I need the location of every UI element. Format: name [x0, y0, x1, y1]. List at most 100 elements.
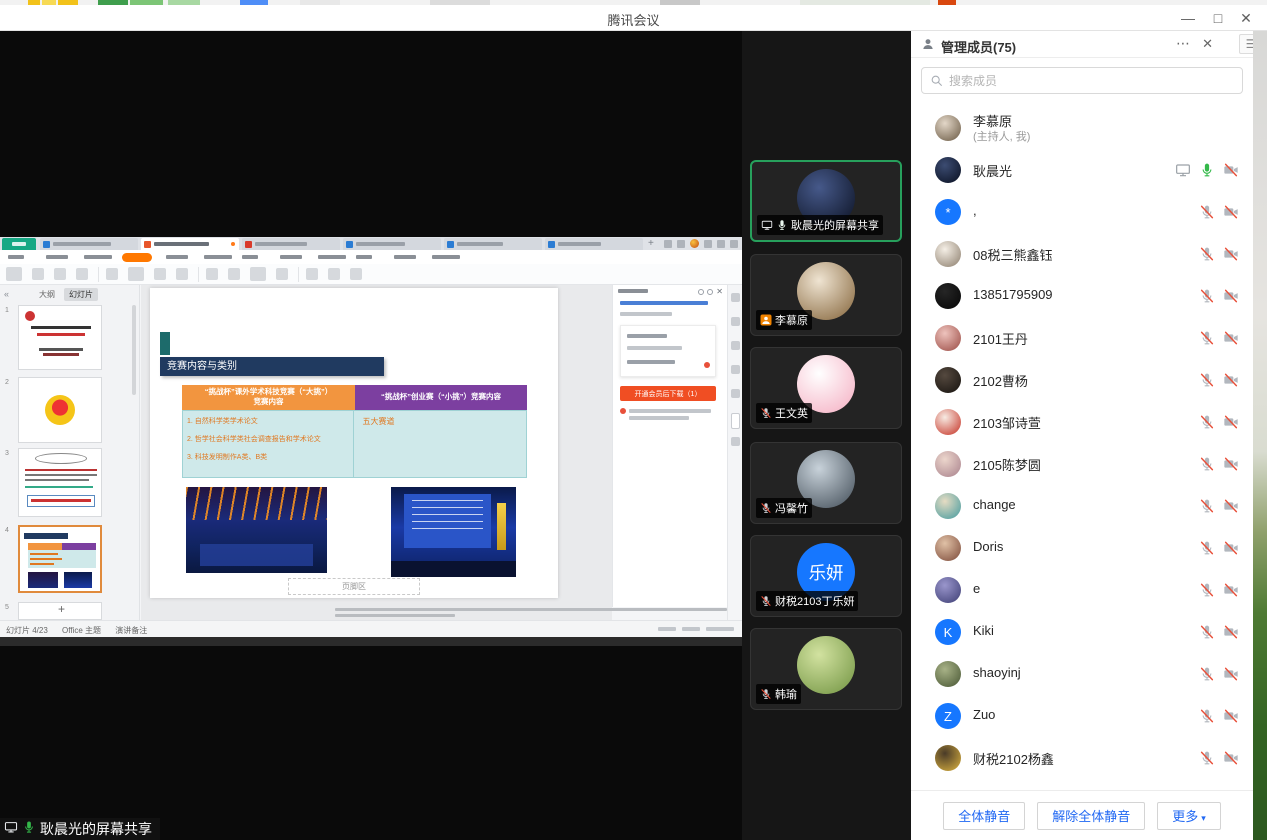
wps-toolbar-icon[interactable] — [6, 267, 22, 281]
more-button[interactable]: 更多▾ — [1157, 802, 1221, 830]
member-row[interactable]: change — [911, 485, 1253, 527]
video-tile[interactable]: 冯馨竹 — [750, 442, 902, 524]
member-row[interactable]: 13851795909 — [911, 275, 1253, 317]
wps-document-tab[interactable] — [444, 238, 542, 250]
zoom-controls[interactable] — [658, 627, 734, 631]
wps-ribbon-tab[interactable] — [432, 255, 460, 259]
wps-document-tab[interactable] — [141, 238, 239, 250]
wps-toolbar-icon[interactable] — [32, 268, 44, 280]
panel-close-icon[interactable]: ✕ — [1202, 36, 1213, 52]
wps-toolbar-icon[interactable] — [76, 268, 88, 280]
member-row[interactable]: shaoyinj — [911, 653, 1253, 695]
member-status-icons[interactable] — [1199, 288, 1239, 304]
member-row[interactable]: 耿晨光 — [911, 149, 1253, 191]
video-tile[interactable]: 耿晨光的屏幕共享 — [750, 160, 902, 242]
member-status-icons[interactable] — [1199, 372, 1239, 388]
wps-ribbon-tab[interactable] — [280, 255, 302, 259]
maximize-icon[interactable]: □ — [1203, 7, 1233, 29]
wps-ribbon-tab[interactable] — [8, 255, 24, 259]
wps-toolbar-icon[interactable] — [128, 267, 144, 281]
member-status-icons[interactable] — [1199, 204, 1239, 220]
member-row[interactable]: 08税三熊鑫钰 — [911, 233, 1253, 275]
wps-pane-strip-icon[interactable] — [731, 389, 740, 398]
wps-pane-strip-icon[interactable] — [731, 437, 740, 446]
wps-pane-strip-icon[interactable] — [731, 293, 740, 302]
wps-ribbon-tab[interactable] — [166, 255, 188, 259]
video-tile[interactable]: 王文英 — [750, 347, 902, 429]
collapse-panel-icon[interactable]: « — [4, 289, 9, 299]
search-input[interactable] — [949, 74, 1234, 88]
pane-font-card[interactable] — [620, 325, 716, 377]
video-tile[interactable]: 李慕原 — [750, 254, 902, 336]
mute-all-button[interactable]: 全体静音 — [943, 802, 1025, 830]
wps-ribbon-tab[interactable] — [394, 255, 416, 259]
speaker-notes-label[interactable]: 演讲备注 — [115, 626, 147, 635]
member-row[interactable]: e — [911, 569, 1253, 611]
wps-ribbon-tab[interactable] — [356, 255, 372, 259]
member-status-icons[interactable] — [1199, 624, 1239, 640]
wps-home-tab[interactable] — [2, 238, 36, 250]
member-status-icons[interactable] — [1199, 666, 1239, 682]
pane-download-button[interactable]: 开通会员后下载（1） — [620, 386, 716, 401]
pane-controls[interactable]: ✕ — [698, 288, 723, 296]
minimize-icon[interactable]: — — [1173, 7, 1203, 29]
add-slide-icon[interactable]: + — [58, 602, 65, 616]
wps-toolbar-icon[interactable] — [350, 268, 362, 280]
wps-ribbon-active-tab[interactable] — [122, 253, 152, 262]
wps-pane-strip-icon[interactable] — [731, 317, 740, 326]
member-status-icons[interactable] — [1199, 498, 1239, 514]
member-row[interactable]: 李慕原(主持人, 我) — [911, 107, 1253, 149]
member-row[interactable]: 2102曹杨 — [911, 359, 1253, 401]
slide-thumbnail[interactable] — [18, 448, 102, 517]
slide-thumbnail[interactable] — [18, 305, 102, 370]
member-row[interactable]: 财税2102杨鑫 — [911, 737, 1253, 779]
slide-thumbnail[interactable] — [18, 525, 102, 593]
member-status-icons[interactable] — [1199, 708, 1239, 724]
unmute-all-button[interactable]: 解除全体静音 — [1037, 802, 1145, 830]
wps-document-tab[interactable] — [545, 238, 643, 250]
slide-thumbnail[interactable] — [18, 377, 102, 443]
pane-link-placeholder[interactable] — [620, 301, 708, 305]
member-row[interactable]: 2103邹诗萱 — [911, 401, 1253, 443]
wps-ribbon-tab[interactable] — [46, 255, 68, 259]
wps-pane-strip-icon[interactable] — [731, 341, 740, 350]
wps-toolbar-icon[interactable] — [176, 268, 188, 280]
wps-toolbar-icon[interactable] — [106, 268, 118, 280]
slide-panel-scrollbar[interactable] — [132, 305, 136, 395]
wps-account-avatar[interactable] — [690, 239, 699, 248]
wps-document-tab[interactable] — [242, 238, 340, 250]
member-status-icons[interactable] — [1175, 162, 1239, 178]
wps-toolbar-icon[interactable] — [228, 268, 240, 280]
member-row[interactable]: KKiki — [911, 611, 1253, 653]
member-row[interactable]: Doris — [911, 527, 1253, 569]
wps-pane-strip-icon[interactable] — [731, 413, 740, 429]
wps-toolbar-icon[interactable] — [276, 268, 288, 280]
wps-ribbon-tab[interactable] — [204, 255, 232, 259]
new-tab-icon[interactable]: + — [648, 237, 654, 250]
wps-toolbar-icon[interactable] — [328, 268, 340, 280]
video-tile[interactable]: 韩瑜 — [750, 628, 902, 710]
close-icon[interactable]: ✕ — [1231, 7, 1261, 29]
member-row[interactable]: ZZuo — [911, 695, 1253, 737]
member-row[interactable]: 2105陈梦圆 — [911, 443, 1253, 485]
member-row[interactable]: *, — [911, 191, 1253, 233]
member-status-icons[interactable] — [1199, 330, 1239, 346]
wps-window-controls[interactable] — [664, 239, 738, 248]
wps-pane-strip-icon[interactable] — [731, 365, 740, 374]
member-status-icons[interactable] — [1199, 750, 1239, 766]
member-search-box[interactable] — [921, 67, 1243, 94]
wps-ribbon-tab[interactable] — [84, 255, 112, 259]
more-options-icon[interactable]: ⋯ — [1176, 35, 1191, 52]
wps-toolbar-icon[interactable] — [250, 267, 266, 281]
wps-toolbar-icon[interactable] — [206, 268, 218, 280]
wps-document-tab[interactable] — [40, 238, 138, 250]
member-row[interactable]: 2101王丹 — [911, 317, 1253, 359]
outline-tab[interactable]: 大纲 — [34, 288, 60, 301]
wps-ribbon-tab[interactable] — [318, 255, 346, 259]
wps-document-tab[interactable] — [343, 238, 441, 250]
member-status-icons[interactable] — [1199, 414, 1239, 430]
wps-ribbon-tab[interactable] — [242, 255, 258, 259]
wps-toolbar-icon[interactable] — [54, 268, 66, 280]
member-status-icons[interactable] — [1199, 582, 1239, 598]
wps-toolbar-icon[interactable] — [306, 268, 318, 280]
